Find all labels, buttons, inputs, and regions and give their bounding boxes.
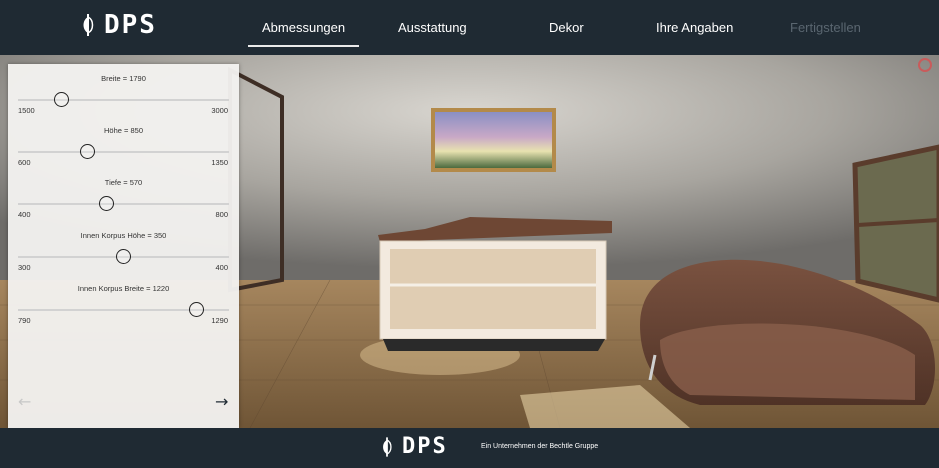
slider-innen-korpus-breite-label: Innen Korpus Breite = 1220 [77,284,170,293]
slider-hoehe-handle[interactable] [80,144,95,159]
slider-tiefe[interactable]: Tiefe = 570 400 800 [8,178,239,224]
slider-tiefe-handle[interactable] [99,196,114,211]
slider-hoehe-label: Höhe = 850 [104,126,143,135]
dps-logo-mark-icon [83,14,94,36]
footer-tagline: Ein Unternehmen der Bechtle Gruppe [481,443,599,450]
slider-hoehe-max: 1350 [211,158,228,167]
tab-dekor[interactable]: Dekor [549,20,584,35]
close-icon[interactable] [918,58,932,72]
slider-tiefe-track[interactable] [18,203,229,205]
slider-breite-label: Breite = 1790 [101,74,146,83]
slider-tiefe-min: 400 [18,210,31,219]
slider-innen-korpus-breite-handle[interactable] [189,302,204,317]
slider-hoehe[interactable]: Höhe = 850 600 1350 [8,126,239,172]
prev-arrow-icon: ← [18,392,32,411]
dps-footer-mark-icon [383,437,392,457]
slider-hoehe-track[interactable] [18,151,229,153]
slider-innen-korpus-hoehe-handle[interactable] [116,249,131,264]
slider-breite[interactable]: Breite = 1790 1500 3000 [8,74,239,120]
painting [435,112,552,168]
slider-innen-korpus-hoehe-label: Innen Korpus Höhe = 350 [80,231,167,240]
next-arrow-icon[interactable]: → [215,394,228,410]
slider-innen-korpus-hoehe-max: 400 [215,263,228,272]
slider-innen-korpus-hoehe[interactable]: Innen Korpus Höhe = 350 300 400 [8,231,239,277]
slider-innen-korpus-hoehe-min: 300 [18,263,31,272]
slider-breite-track[interactable] [18,99,229,101]
dps-logo-text: DPS [104,10,157,40]
slider-innen-korpus-breite-max: 1290 [211,316,228,325]
footer-logo-text: DPS [402,434,448,459]
tab-fertigstellen: Fertigstellen [790,20,861,35]
tab-ihre-angaben[interactable]: Ihre Angaben [656,20,733,35]
slider-innen-korpus-breite[interactable]: Innen Korpus Breite = 1220 790 1290 [8,284,239,330]
dps-logo[interactable]: DPS [80,12,157,38]
tab-abmessungen[interactable]: Abmessungen [247,20,360,47]
footer-logo[interactable]: DPS [380,436,448,458]
top-navigation-bar: DPS Abmessungen Ausstattung Dekor Ihre A… [0,0,939,55]
slider-breite-handle[interactable] [54,92,69,107]
slider-tiefe-max: 800 [215,210,228,219]
slider-breite-min: 1500 [18,106,35,115]
slider-breite-max: 3000 [211,106,228,115]
slider-tiefe-label: Tiefe = 570 [104,178,143,187]
slider-innen-korpus-breite-min: 790 [18,316,31,325]
tab-ausstattung[interactable]: Ausstattung [398,20,467,35]
slider-hoehe-min: 600 [18,158,31,167]
footer-bar: DPS Ein Unternehmen der Bechtle Gruppe [0,428,939,468]
dimensions-panel: Breite = 1790 1500 3000 Höhe = 850 600 1… [8,64,239,428]
